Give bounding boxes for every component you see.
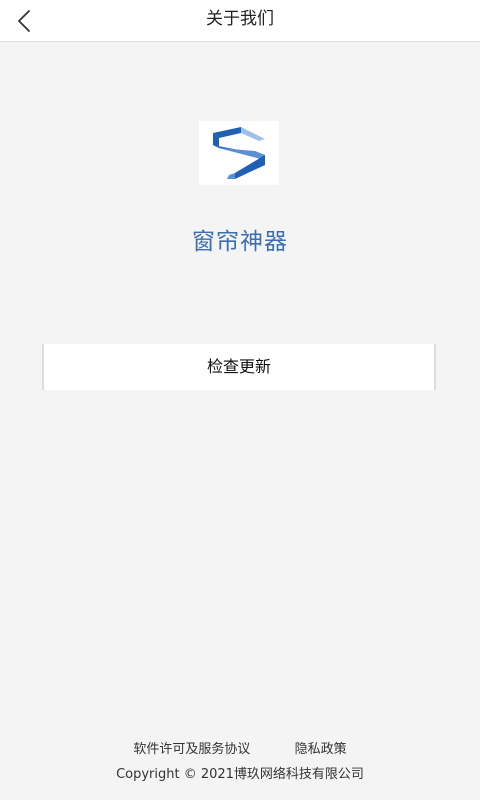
copyright-text: Copyright © 2021博玖网络科技有限公司 [116, 767, 364, 782]
back-button[interactable] [14, 0, 54, 42]
about-page: 关于我们 窗帘神器 检查更新 软件许可及服务协议 隐私政策 Copyright … [0, 0, 480, 800]
check-update-button[interactable]: 检查更新 [42, 344, 436, 390]
app-name: 窗帘神器 [192, 229, 288, 255]
top-bar: 关于我们 [0, 0, 480, 42]
app-logo [199, 121, 279, 185]
page-title: 关于我们 [206, 9, 274, 29]
privacy-policy-link[interactable]: 隐私政策 [295, 742, 347, 757]
chevron-left-icon [18, 10, 30, 32]
license-agreement-link[interactable]: 软件许可及服务协议 [133, 742, 250, 757]
footer-links: 软件许可及服务协议 隐私政策 [0, 738, 480, 758]
app-logo-s-icon [213, 127, 265, 179]
